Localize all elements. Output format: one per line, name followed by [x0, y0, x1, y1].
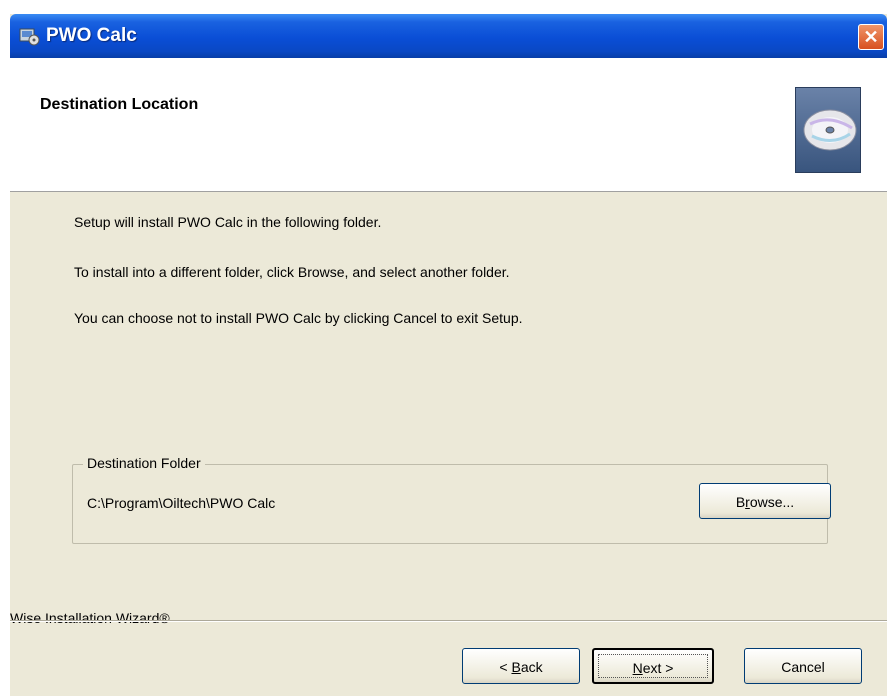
- title-bar[interactable]: PWO Calc ✕: [10, 14, 887, 58]
- browse-label-start: B: [735, 494, 746, 510]
- close-icon: ✕: [863, 27, 879, 47]
- page-title: Destination Location: [40, 96, 199, 113]
- window-title: PWO Calc: [46, 25, 137, 46]
- wise-brand-label: Wise Installation Wizard®: [10, 610, 178, 626]
- next-mnemonic: N: [632, 660, 643, 676]
- info-text-1: Setup will install PWO Calc in the follo…: [74, 214, 382, 230]
- browse-button[interactable]: Browse...: [699, 483, 831, 519]
- info-text-2: To install into a different folder, clic…: [74, 264, 510, 280]
- cancel-label: Cancel: [781, 659, 825, 675]
- wizard-header: Destination Location: [10, 58, 887, 192]
- next-button[interactable]: Next >: [592, 648, 714, 684]
- destination-path: C:\Program\Oiltech\PWO Calc: [87, 495, 276, 511]
- installer-icon: [19, 28, 40, 46]
- back-arrow: <: [499, 659, 512, 675]
- cd-disc-icon: [795, 87, 861, 173]
- info-text-3: You can choose not to install PWO Calc b…: [74, 310, 523, 326]
- destination-folder-label: Destination Folder: [83, 455, 205, 471]
- next-label: ext >: [642, 660, 674, 676]
- cancel-button[interactable]: Cancel: [744, 648, 862, 684]
- close-button[interactable]: ✕: [858, 24, 884, 50]
- back-mnemonic: B: [511, 659, 521, 675]
- browse-label-end: owse...: [749, 494, 795, 510]
- back-button[interactable]: < Back: [462, 648, 580, 684]
- back-label: ack: [520, 659, 543, 675]
- footer-divider: [10, 620, 887, 622]
- setup-window: PWO Calc ✕ Destination Location Setup wi…: [10, 14, 887, 696]
